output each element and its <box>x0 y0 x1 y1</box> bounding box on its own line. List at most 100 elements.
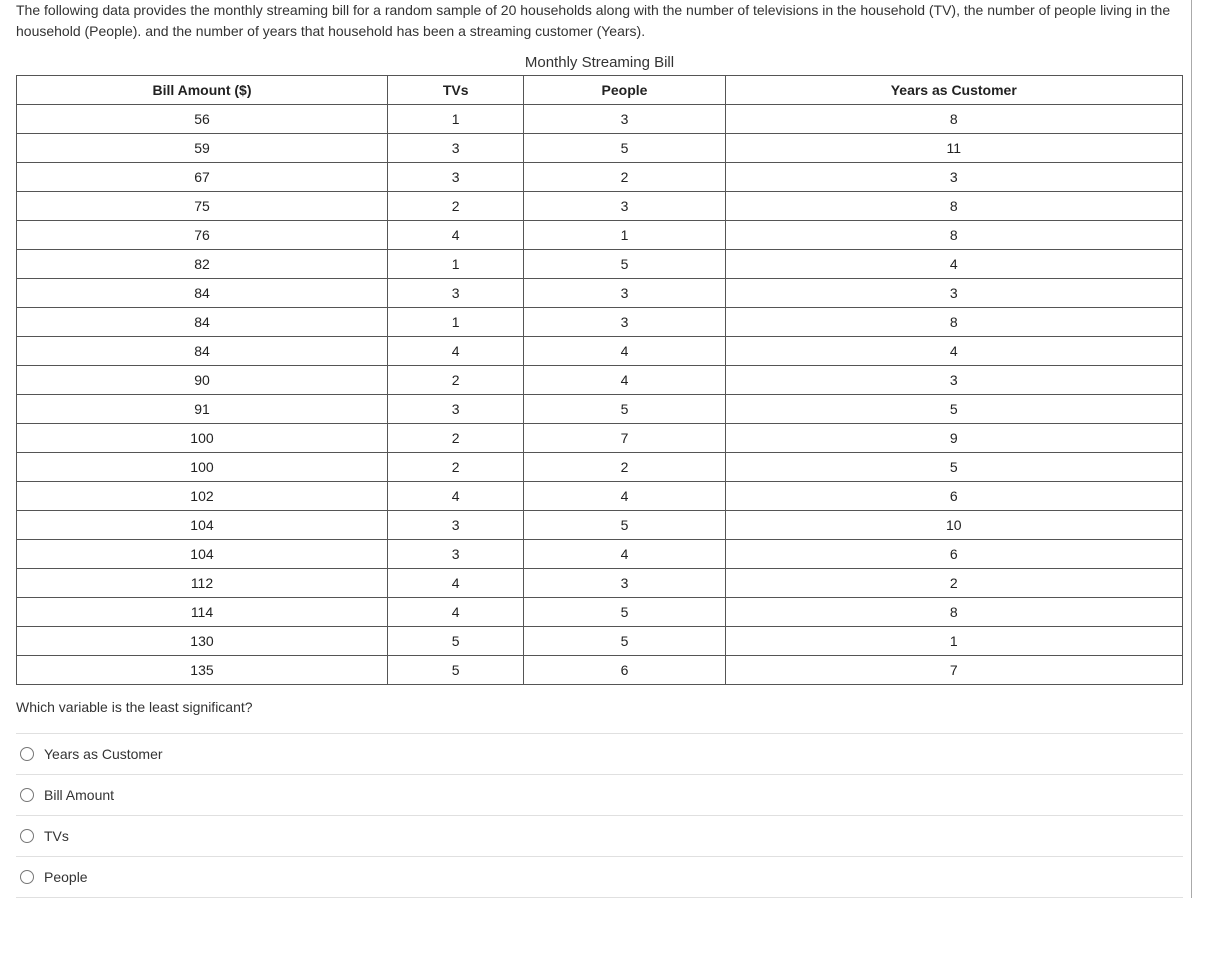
table-cell: 3 <box>387 134 523 163</box>
table-row: 102446 <box>17 482 1183 511</box>
table-header: TVs <box>387 76 523 105</box>
table-cell: 5 <box>725 453 1182 482</box>
table-cell: 3 <box>524 192 725 221</box>
table-cell: 3 <box>725 366 1182 395</box>
table-cell: 100 <box>17 453 388 482</box>
table-cell: 8 <box>725 105 1182 134</box>
table-cell: 90 <box>17 366 388 395</box>
data-table: Bill Amount ($)TVsPeopleYears as Custome… <box>16 75 1183 685</box>
answer-option[interactable]: Bill Amount <box>16 775 1183 816</box>
table-cell: 3 <box>524 105 725 134</box>
table-cell: 4 <box>387 569 523 598</box>
table-cell: 4 <box>725 337 1182 366</box>
table-row: 1043510 <box>17 511 1183 540</box>
table-cell: 2 <box>387 424 523 453</box>
table-row: 84333 <box>17 279 1183 308</box>
table-cell: 56 <box>17 105 388 134</box>
table-cell: 10 <box>725 511 1182 540</box>
table-header: Years as Customer <box>725 76 1182 105</box>
table-cell: 8 <box>725 308 1182 337</box>
answer-option[interactable]: People <box>16 857 1183 898</box>
table-row: 82154 <box>17 250 1183 279</box>
table-row: 90243 <box>17 366 1183 395</box>
option-label: People <box>44 869 88 885</box>
table-row: 84444 <box>17 337 1183 366</box>
table-cell: 11 <box>725 134 1182 163</box>
table-cell: 4 <box>524 366 725 395</box>
table-cell: 4 <box>387 598 523 627</box>
table-cell: 7 <box>725 656 1182 685</box>
table-row: 100279 <box>17 424 1183 453</box>
answer-option[interactable]: Years as Customer <box>16 733 1183 775</box>
table-cell: 5 <box>387 627 523 656</box>
table-cell: 3 <box>725 163 1182 192</box>
table-cell: 84 <box>17 279 388 308</box>
answer-option[interactable]: TVs <box>16 816 1183 857</box>
table-cell: 114 <box>17 598 388 627</box>
table-cell: 2 <box>524 453 725 482</box>
table-cell: 5 <box>524 134 725 163</box>
table-row: 100225 <box>17 453 1183 482</box>
table-row: 91355 <box>17 395 1183 424</box>
table-cell: 8 <box>725 221 1182 250</box>
table-cell: 5 <box>387 656 523 685</box>
table-header: People <box>524 76 725 105</box>
table-cell: 3 <box>725 279 1182 308</box>
table-cell: 2 <box>387 366 523 395</box>
table-row: 67323 <box>17 163 1183 192</box>
table-row: 76418 <box>17 221 1183 250</box>
table-caption: Monthly Streaming Bill <box>16 54 1183 71</box>
table-row: 114458 <box>17 598 1183 627</box>
table-row: 130551 <box>17 627 1183 656</box>
table-cell: 4 <box>387 337 523 366</box>
radio-icon[interactable] <box>20 788 34 802</box>
table-cell: 3 <box>387 540 523 569</box>
table-cell: 1 <box>387 308 523 337</box>
table-cell: 6 <box>524 656 725 685</box>
option-label: TVs <box>44 828 69 844</box>
table-cell: 112 <box>17 569 388 598</box>
options-group: Years as Customer Bill Amount TVs People <box>16 733 1183 898</box>
table-cell: 4 <box>524 337 725 366</box>
table-cell: 2 <box>725 569 1182 598</box>
option-label: Bill Amount <box>44 787 114 803</box>
table-cell: 8 <box>725 192 1182 221</box>
table-cell: 2 <box>387 192 523 221</box>
table-cell: 84 <box>17 308 388 337</box>
table-cell: 3 <box>524 279 725 308</box>
table-cell: 4 <box>524 482 725 511</box>
table-cell: 1 <box>524 221 725 250</box>
table-cell: 4 <box>387 221 523 250</box>
radio-icon[interactable] <box>20 829 34 843</box>
table-cell: 5 <box>524 511 725 540</box>
table-cell: 3 <box>387 279 523 308</box>
table-cell: 104 <box>17 511 388 540</box>
table-cell: 4 <box>524 540 725 569</box>
radio-icon[interactable] <box>20 747 34 761</box>
option-label: Years as Customer <box>44 746 163 762</box>
table-cell: 8 <box>725 598 1182 627</box>
table-cell: 100 <box>17 424 388 453</box>
intro-text: The following data provides the monthly … <box>16 0 1183 42</box>
table-cell: 1 <box>725 627 1182 656</box>
table-cell: 1 <box>387 105 523 134</box>
table-cell: 5 <box>524 627 725 656</box>
table-cell: 135 <box>17 656 388 685</box>
table-cell: 7 <box>524 424 725 453</box>
radio-icon[interactable] <box>20 870 34 884</box>
table-row: 593511 <box>17 134 1183 163</box>
table-cell: 3 <box>387 163 523 192</box>
question-text: Which variable is the least significant? <box>16 699 1183 715</box>
table-cell: 5 <box>524 250 725 279</box>
table-cell: 3 <box>524 569 725 598</box>
table-cell: 67 <box>17 163 388 192</box>
table-cell: 104 <box>17 540 388 569</box>
table-cell: 2 <box>524 163 725 192</box>
table-cell: 102 <box>17 482 388 511</box>
table-row: 84138 <box>17 308 1183 337</box>
table-cell: 75 <box>17 192 388 221</box>
table-cell: 5 <box>524 395 725 424</box>
table-row: 56138 <box>17 105 1183 134</box>
table-cell: 9 <box>725 424 1182 453</box>
table-cell: 2 <box>387 453 523 482</box>
